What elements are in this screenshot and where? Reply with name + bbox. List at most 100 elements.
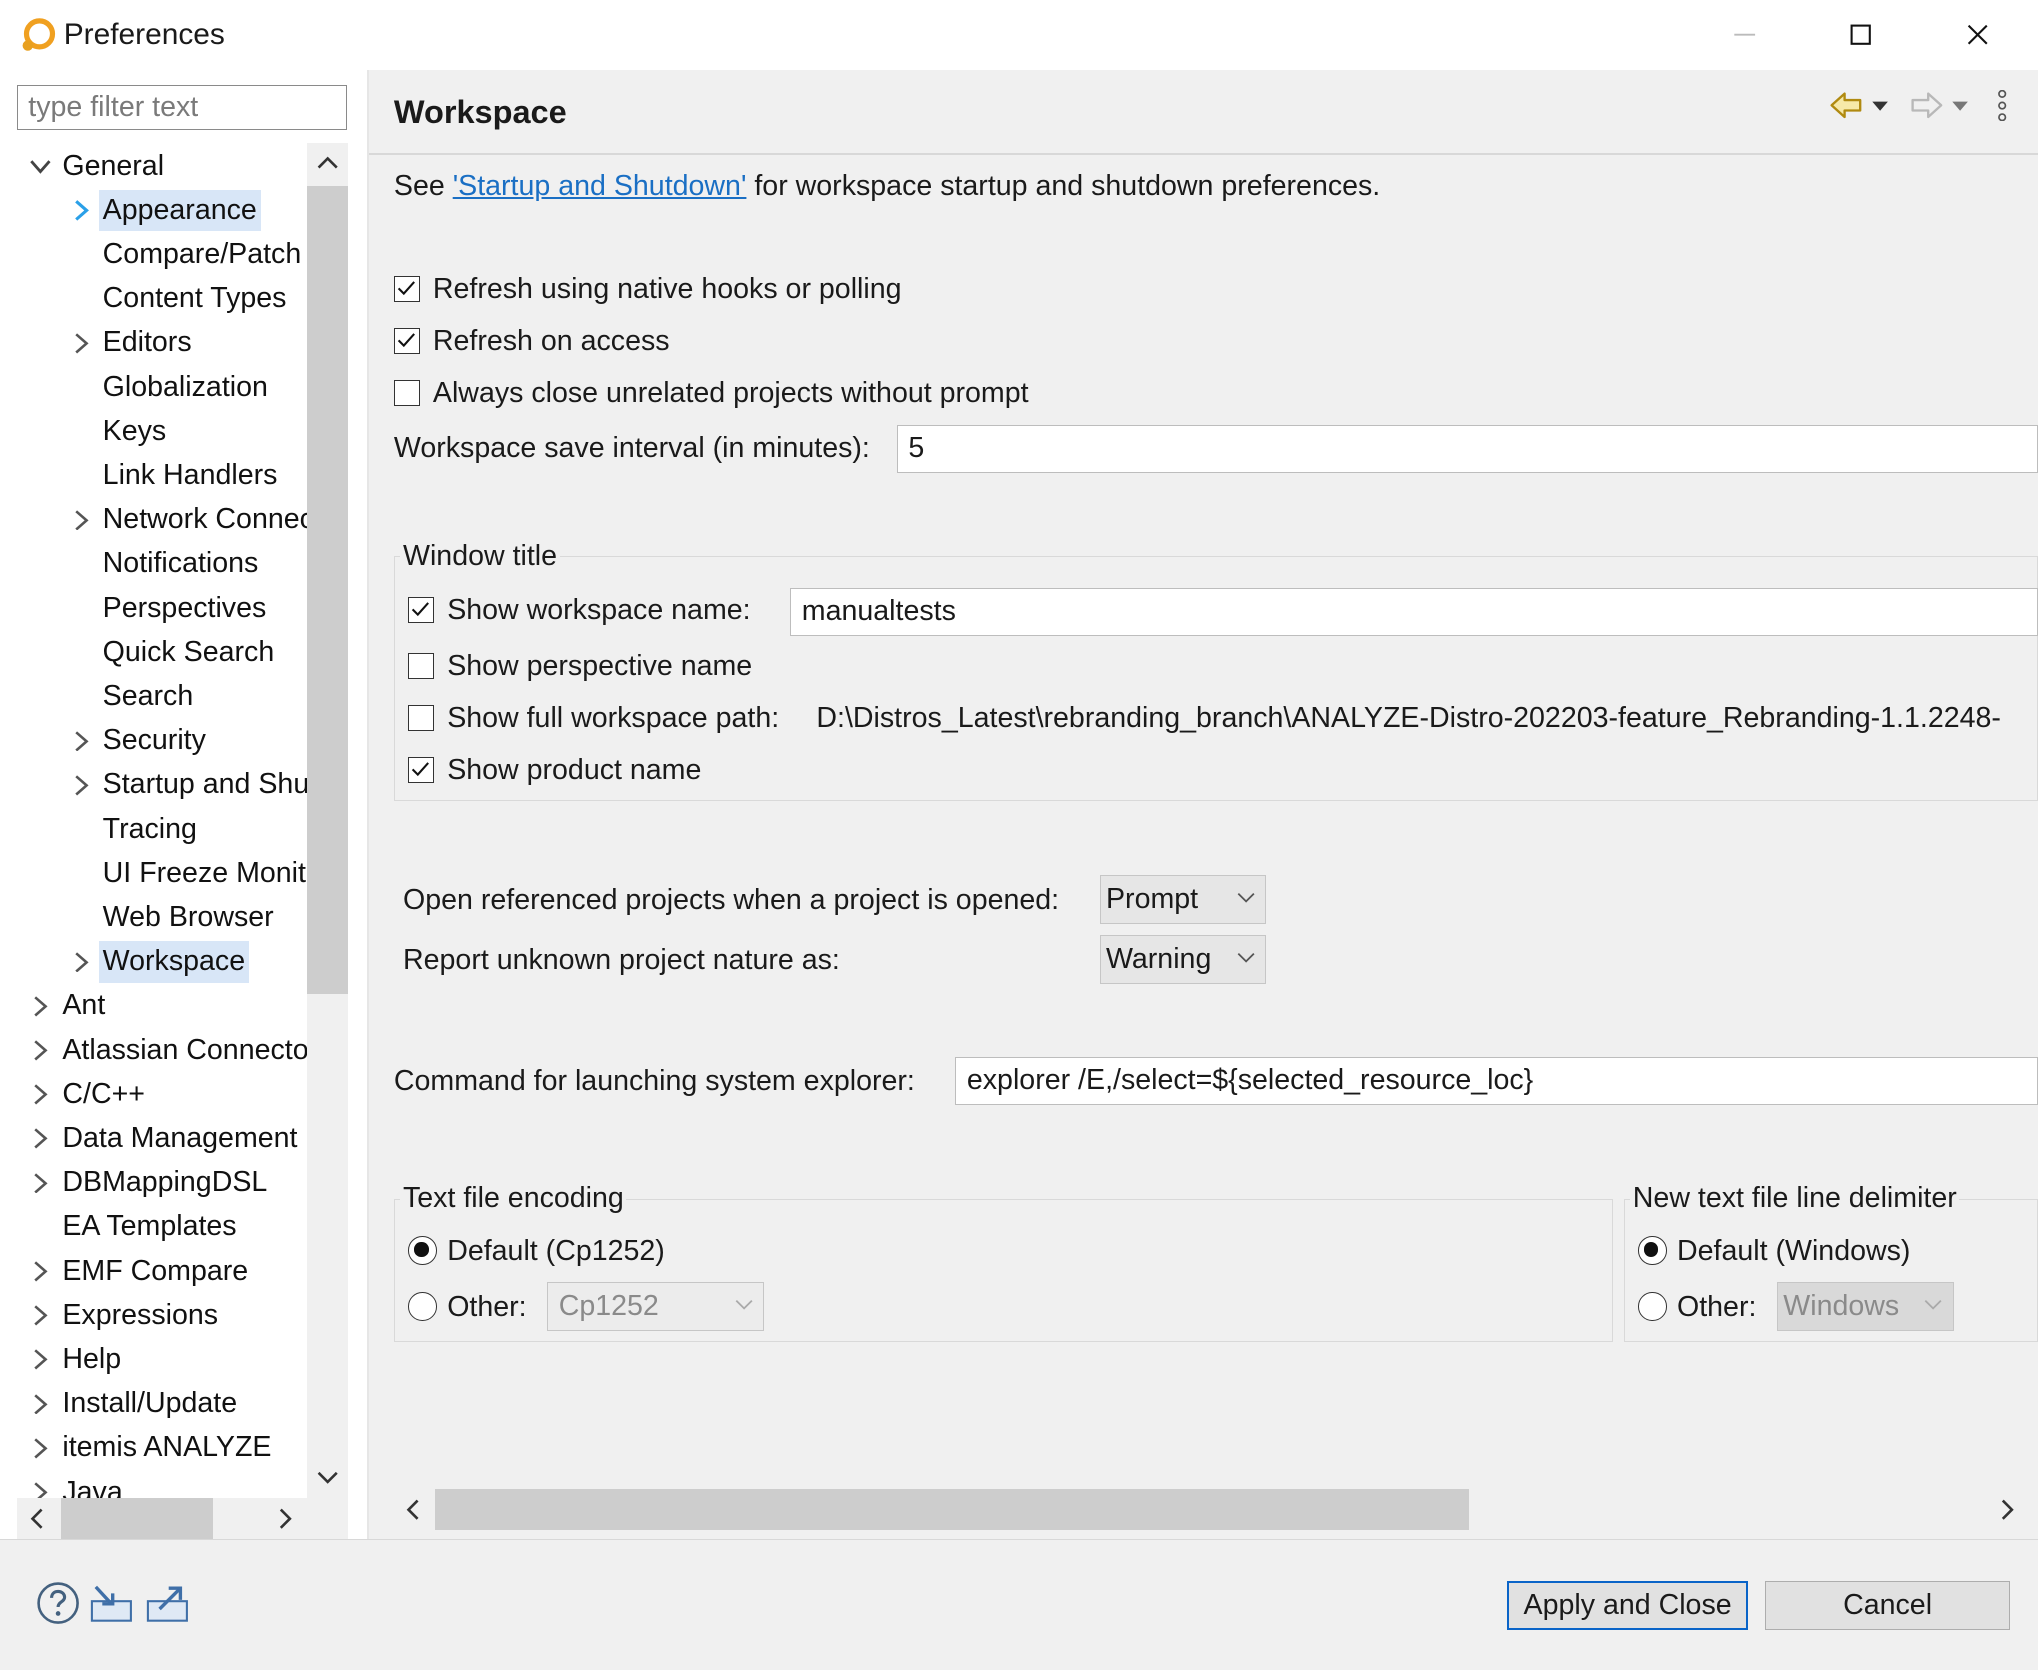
maximize-button[interactable] [1834, 10, 1886, 59]
scroll-up-icon[interactable] [316, 152, 339, 175]
workspace-name-input[interactable]: manualtests [790, 587, 2038, 636]
encoding-other-select[interactable]: Cp1252 [547, 1281, 765, 1332]
always-close-checkbox[interactable] [393, 379, 420, 406]
tree-item-appearance[interactable]: Appearance [17, 189, 307, 232]
tree-item-dbmappingdsl[interactable]: DBMappingDSL [17, 1162, 307, 1204]
text-encoding-group-label: Text file encoding [400, 1181, 627, 1216]
view-menu-button[interactable] [1989, 86, 2015, 125]
tree-item-label: Install/Update [62, 1387, 238, 1420]
tree-vertical-scroll-thumb[interactable] [306, 185, 349, 995]
delimiter-default-radio[interactable] [1638, 1236, 1667, 1265]
scroll-down-icon[interactable] [316, 1465, 339, 1488]
save-interval-input[interactable]: 5 [896, 425, 2038, 474]
show-workspace-name-checkbox[interactable] [408, 596, 435, 623]
forward-history-dropdown[interactable] [1947, 86, 1973, 125]
back-history-dropdown[interactable] [1867, 86, 1893, 125]
tree-item-general[interactable]: General [17, 146, 307, 188]
tree-item-emf-compare[interactable]: EMF Compare [17, 1251, 307, 1293]
tree-item-install-update[interactable]: Install/Update [17, 1383, 307, 1425]
refresh-access-checkbox[interactable] [393, 327, 420, 354]
chevron-right-icon [75, 730, 90, 752]
tree-item-ea-templates[interactable]: EA Templates [17, 1206, 307, 1248]
tree-item-java[interactable]: Java [17, 1472, 307, 1498]
show-full-path-checkbox[interactable] [408, 704, 435, 731]
minimize-icon [1734, 34, 1755, 37]
checkmark-icon [398, 281, 416, 296]
forward-button[interactable] [1907, 86, 1946, 125]
intro-text: See 'Startup and Shutdown' for workspace… [394, 170, 1380, 204]
tree-item-keys[interactable]: Keys [17, 411, 307, 453]
open-referenced-select[interactable]: Prompt [1099, 874, 1267, 925]
tree-item-security[interactable]: Security [17, 720, 307, 762]
tree-item-content-types[interactable]: Content Types [17, 278, 307, 320]
show-perspective-name-checkbox[interactable] [408, 652, 435, 679]
back-button[interactable] [1826, 86, 1865, 125]
tree-item-tracing[interactable]: Tracing [17, 809, 307, 851]
tree-item-help[interactable]: Help [17, 1339, 307, 1381]
tree-item-network-connections[interactable]: Network Connections [17, 499, 307, 541]
tree-item-ant[interactable]: Ant [17, 985, 307, 1027]
chevron-right-icon [34, 1305, 48, 1326]
tree-item-notifications[interactable]: Notifications [17, 543, 307, 585]
scroll-right-icon[interactable] [273, 1507, 296, 1530]
tree-horizontal-scroll-thumb[interactable] [61, 1497, 214, 1540]
encoding-other-radio[interactable] [408, 1292, 437, 1321]
tree-item-cpp[interactable]: C/C++ [17, 1074, 307, 1116]
scroll-right-icon[interactable] [1995, 1498, 2018, 1521]
tree-item-link-handlers[interactable]: Link Handlers [17, 455, 307, 497]
encoding-other-label: Other: [447, 1290, 527, 1323]
refresh-native-checkbox[interactable] [393, 275, 420, 302]
intro-suffix: for workspace startup and shutdown prefe… [746, 170, 1381, 203]
tree-item-workspace[interactable]: Workspace [17, 941, 307, 983]
tree-item-label: Keys [102, 414, 167, 447]
chevron-right-icon [34, 1172, 48, 1194]
delimiter-other-select[interactable]: Windows [1777, 1281, 1954, 1332]
export-button[interactable] [144, 1583, 191, 1625]
tree-item-atlassian[interactable]: Atlassian Connector [17, 1030, 307, 1072]
tree-item-expressions[interactable]: Expressions [17, 1295, 307, 1337]
show-product-name-checkbox[interactable] [408, 756, 435, 783]
chevron-right-icon [34, 1084, 48, 1105]
tree-item-label: General [62, 149, 165, 182]
tree-item-label: Ant [62, 989, 106, 1022]
minimize-button[interactable] [1719, 10, 1771, 59]
close-icon [1967, 25, 1988, 45]
startup-shutdown-link[interactable]: 'Startup and Shutdown' [453, 170, 747, 202]
tree-item-label: Globalization [102, 370, 268, 403]
cancel-button[interactable]: Cancel [1765, 1580, 2010, 1631]
import-button[interactable] [88, 1583, 135, 1625]
dropdown-arrow-icon [1952, 101, 1969, 111]
tree-item-web-browser[interactable]: Web Browser [17, 897, 307, 939]
tree-item-search[interactable]: Search [17, 676, 307, 718]
tree-item-startup-shutdown[interactable]: Startup and Shutdown [17, 764, 307, 806]
explorer-command-input[interactable]: explorer /E,/select=${selected_resource_… [955, 1056, 2038, 1105]
help-button[interactable] [36, 1581, 80, 1625]
unknown-nature-select[interactable]: Warning [1099, 934, 1267, 985]
tree-item-quick-search[interactable]: Quick Search [17, 632, 307, 674]
tree-item-label: Web Browser [102, 901, 274, 933]
tree-item-data-management[interactable]: Data Management [17, 1118, 307, 1160]
tree-item-perspectives[interactable]: Perspectives [17, 588, 307, 630]
encoding-default-radio[interactable] [408, 1236, 437, 1265]
filter-input[interactable] [16, 84, 348, 130]
tree-item-label: Tracing [102, 812, 197, 845]
delimiter-default-label: Default (Windows) [1676, 1235, 1911, 1267]
tree-item-ui-freeze[interactable]: UI Freeze Monitoring [17, 853, 307, 895]
window-title-group-label: Window title [400, 539, 560, 574]
show-perspective-name-label: Show perspective name [447, 650, 753, 682]
tree-item-itemis-analyze[interactable]: itemis ANALYZE [17, 1427, 307, 1469]
tree-item-editors[interactable]: Editors [17, 322, 307, 364]
delimiter-other-radio[interactable] [1638, 1292, 1667, 1321]
scroll-left-icon[interactable] [402, 1498, 425, 1521]
tree-item-label: Data Management [62, 1121, 298, 1154]
unknown-nature-label: Report unknown project nature as: [403, 943, 840, 976]
page-horizontal-scroll-thumb[interactable] [435, 1488, 1469, 1531]
tree-item-compare-patch[interactable]: Compare/Patch [17, 234, 307, 276]
tree-item-label: Atlassian Connector [62, 1033, 307, 1066]
full-workspace-path: D:\Distros_Latest\rebranding_branch\ANAL… [816, 702, 2001, 734]
scroll-left-icon[interactable] [26, 1507, 49, 1530]
tree-item-globalization[interactable]: Globalization [17, 367, 307, 409]
apply-and-close-button[interactable]: Apply and Close [1506, 1580, 1749, 1631]
close-button[interactable] [1951, 10, 2003, 59]
chevron-right-icon [75, 509, 90, 531]
